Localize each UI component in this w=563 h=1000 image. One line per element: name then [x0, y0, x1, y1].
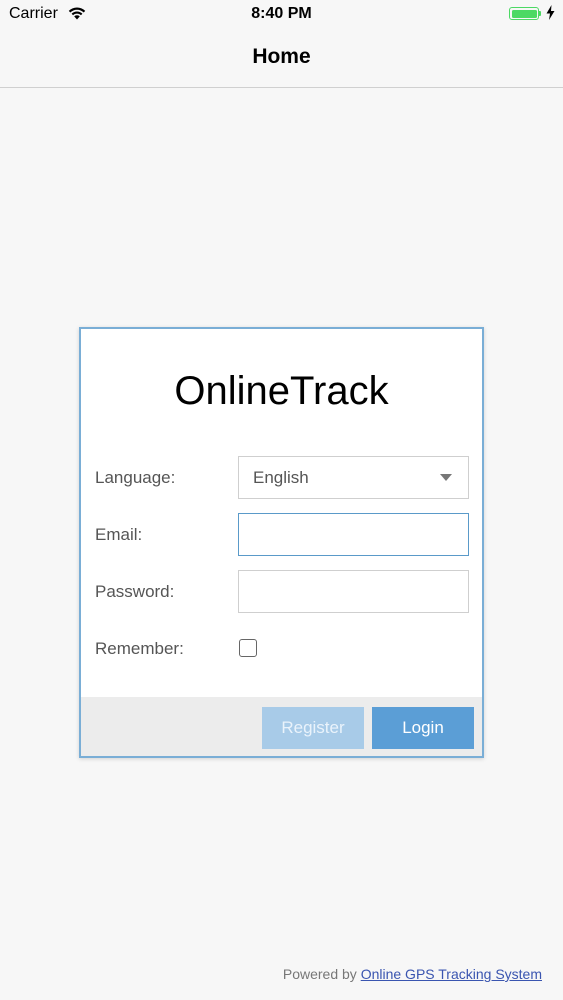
form-actions: Register Login: [81, 697, 482, 756]
page-title: Home: [252, 45, 311, 68]
remember-label: Remember:: [95, 639, 184, 658]
register-button[interactable]: Register: [262, 707, 364, 749]
language-label: Language:: [95, 468, 176, 487]
language-select[interactable]: English: [238, 456, 469, 499]
charging-bolt-icon: [546, 5, 555, 25]
battery-icon: [509, 7, 539, 20]
powered-by: Powered by Online GPS Tracking System: [283, 966, 542, 982]
navigation-bar: Home: [0, 28, 563, 88]
remember-checkbox[interactable]: [239, 639, 257, 657]
chevron-down-icon: [440, 474, 452, 481]
clock: 8:40 PM: [251, 5, 312, 22]
email-label: Email:: [95, 525, 143, 544]
email-field[interactable]: [238, 513, 469, 556]
brand-title: OnlineTrack: [174, 369, 389, 413]
password-label: Password:: [95, 582, 175, 601]
powered-by-text: Powered by: [282, 966, 357, 982]
login-button[interactable]: Login: [372, 707, 474, 749]
language-selected-value: English: [253, 468, 309, 487]
battery-level-fill: [511, 9, 537, 18]
password-field[interactable]: [238, 570, 469, 613]
gps-tracking-link[interactable]: Online GPS Tracking System: [361, 966, 542, 982]
battery-cap: [539, 11, 541, 16]
login-form: OnlineTrack Language: English Email: Pas…: [79, 327, 484, 758]
status-bar: Carrier 8:40 PM: [0, 0, 563, 28]
